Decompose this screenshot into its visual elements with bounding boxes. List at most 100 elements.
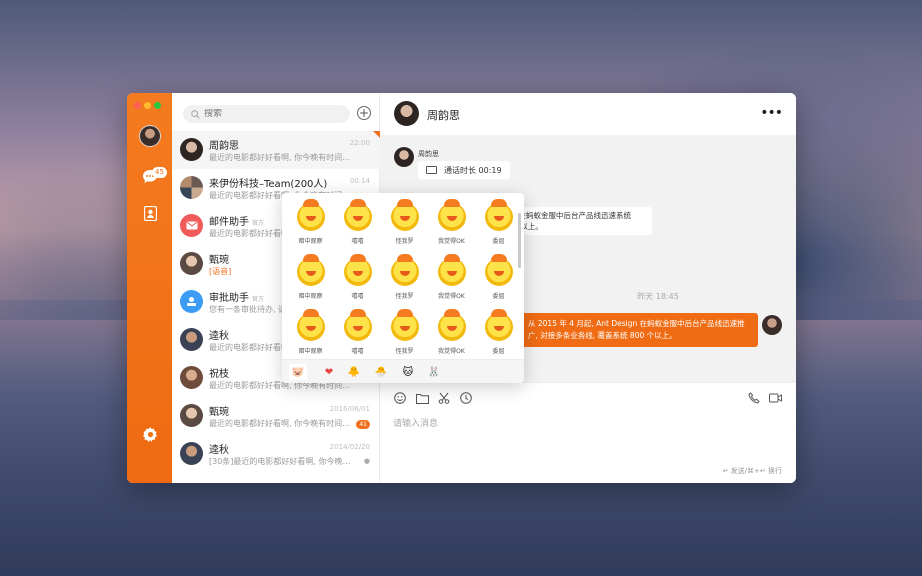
sender-avatar [394, 147, 414, 167]
chick-sticker-icon [390, 309, 419, 341]
conversation-item[interactable]: 甄琬 最近的电影都好好看啊, 你今晚有时间… 2016/06/01 41 [172, 397, 380, 435]
sticker-label: 我觉得OK [438, 293, 465, 300]
unread-badge: 41 [356, 420, 370, 429]
search-icon [191, 109, 200, 119]
sticker-picker-popup: 暗中观察 嘻嘻 怪我罗 我觉得OK 委屈 暗中观察 嘻嘻 怪我罗 我觉得OK 委… [282, 193, 524, 383]
avatar [180, 442, 203, 465]
contact-avatar[interactable] [394, 101, 419, 126]
settings-icon[interactable] [140, 424, 160, 444]
sticker-label: 嘻嘻 [351, 238, 364, 245]
video-call-icon[interactable] [768, 391, 782, 405]
tab-cat-sticker[interactable]: 🐱 [399, 364, 417, 380]
conversation-name-text: 邮件助手 [209, 217, 249, 228]
avatar [180, 366, 203, 389]
window-maximize-button[interactable] [154, 102, 161, 109]
chick-sticker-icon [484, 309, 513, 341]
chick-sticker-icon [343, 309, 372, 341]
tab-rabbit-sticker[interactable]: 🐰 [425, 364, 443, 380]
add-conversation-button[interactable]: + [357, 106, 371, 120]
sticker-label: 我觉得OK [438, 238, 465, 245]
mail-assistant-avatar [180, 214, 203, 237]
chick-sticker-icon [484, 254, 513, 286]
conversation-item[interactable]: 逵秋 [30条]最近的电影都好好看啊, 你今晚… 2014/02/20 ● [172, 435, 380, 473]
window-minimize-button[interactable] [144, 102, 151, 109]
sticker-item[interactable]: 我觉得OK [428, 309, 475, 359]
sticker-item[interactable]: 委屈 [475, 254, 522, 304]
history-icon[interactable] [459, 391, 473, 405]
sticker-label: 委屈 [492, 238, 505, 245]
approval-assistant-avatar [180, 290, 203, 313]
call-record-bubble[interactable]: 通话时长 00:19 [418, 161, 510, 179]
conversation-preview: [30条]最近的电影都好好看啊, 你今晚… [209, 457, 351, 466]
sticker-label: 我觉得OK [438, 348, 465, 355]
sticker-label: 怪我罗 [395, 348, 414, 355]
conversation-name: 邮件助手 官方 [209, 213, 264, 228]
folder-icon[interactable] [415, 391, 429, 405]
conversation-name: 审批助手 官方 [209, 289, 264, 304]
tab-heart-sticker[interactable]: ❤ [320, 364, 338, 380]
user-avatar[interactable] [139, 125, 161, 147]
conversation-item[interactable]: 周韵思 最近的电影都好好看啊, 你今晚有时间… 22:00 [172, 131, 380, 169]
more-options-button[interactable]: ••• [760, 105, 783, 121]
sticker-item[interactable]: 怪我罗 [381, 254, 428, 304]
sticker-label: 暗中观察 [298, 293, 323, 300]
chick-sticker-icon [343, 199, 372, 231]
sticker-item[interactable]: 暗中观察 [287, 254, 334, 304]
avatar [180, 138, 203, 161]
scissors-icon[interactable] [437, 391, 451, 405]
send-shortcut-hint: ↵ 发送/⌘+↵ 换行 [722, 467, 782, 475]
emoji-icon[interactable] [393, 391, 407, 405]
chat-title: 周韵思 [427, 109, 460, 122]
group-avatar [180, 176, 203, 199]
sticker-item[interactable]: 怪我罗 [381, 199, 428, 249]
sticker-item[interactable]: 我觉得OK [428, 254, 475, 304]
chick-sticker-icon [484, 199, 513, 231]
sender-name: 周韵思 [418, 150, 439, 158]
conversation-name-text: 审批助手 [209, 293, 249, 304]
sticker-item[interactable]: 我觉得OK [428, 199, 475, 249]
conversation-name: 逵秋 [209, 445, 229, 456]
sticker-label: 嘻嘻 [351, 348, 364, 355]
sticker-item[interactable]: 委屈 [475, 309, 522, 359]
mail-icon [186, 221, 197, 230]
conversation-name: 逵秋 [209, 331, 229, 342]
conversation-name: 祝枝 [209, 369, 229, 380]
message-input[interactable]: 请输入消息 [393, 416, 438, 429]
conversation-name: 周韵思 [209, 141, 239, 152]
avatar [180, 328, 203, 351]
search-input[interactable] [204, 109, 344, 119]
sticker-label: 嘻嘻 [351, 293, 364, 300]
chick-sticker-icon [437, 254, 466, 286]
conversation-preview: 最近的电影都好好看啊, 你今晚有时间… [209, 419, 351, 428]
approval-icon [187, 297, 196, 306]
sticker-item[interactable]: 怪我罗 [381, 309, 428, 359]
sticker-item[interactable]: 暗中观察 [287, 309, 334, 359]
avatar [180, 252, 203, 275]
contacts-icon[interactable] [140, 203, 160, 223]
tab-yellow-sticker[interactable]: 🐣 [372, 364, 390, 380]
chick-sticker-icon [296, 309, 325, 341]
chick-sticker-icon [296, 254, 325, 286]
tab-chick-sticker[interactable]: 🐥 [345, 364, 363, 380]
sticker-label: 委屈 [492, 293, 505, 300]
conversation-name: 甄琬 [209, 255, 229, 266]
conversation-time: 22:00 [349, 139, 370, 147]
conversation-preview: 最近的电影都好好看啊, 你今晚有时间… [209, 153, 351, 162]
tab-pig-sticker[interactable]: 🐷 [289, 364, 307, 380]
search-box[interactable] [183, 105, 350, 123]
mute-icon: ● [363, 457, 370, 465]
sticker-item[interactable]: 嘻嘻 [334, 309, 381, 359]
sticker-item[interactable]: 嘻嘻 [334, 199, 381, 249]
avatar [180, 404, 203, 427]
sticker-item[interactable]: 暗中观察 [287, 199, 334, 249]
chick-sticker-icon [437, 199, 466, 231]
sticker-item[interactable]: 嘻嘻 [334, 254, 381, 304]
sticker-item[interactable]: 委屈 [475, 199, 522, 249]
sticker-scrollbar[interactable] [518, 213, 521, 268]
window-close-button[interactable] [134, 102, 141, 109]
sticker-label: 怪我罗 [395, 238, 414, 245]
conversation-name: 甄琬 [209, 407, 229, 418]
official-tag: 官方 [252, 220, 265, 227]
phone-icon[interactable] [747, 391, 761, 405]
conversation-time: 2014/02/20 [329, 443, 370, 451]
